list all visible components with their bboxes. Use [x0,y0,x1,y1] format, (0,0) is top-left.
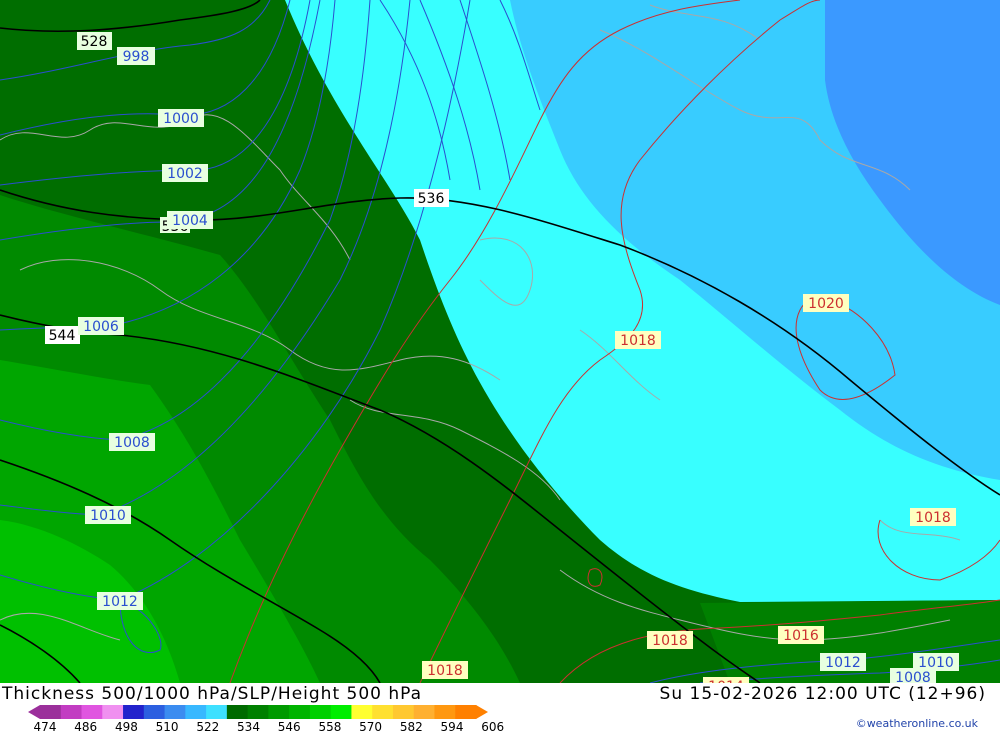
slp-label: 1008 [114,435,150,451]
legend-swatch [434,705,456,719]
legend-swatch [60,705,83,719]
legend-swatch [81,705,103,719]
legend-tick-label: 570 [359,720,383,734]
legend-swatch [206,705,228,719]
slp-label: 1018 [427,663,463,679]
legend-arrow-left [28,705,40,719]
legend-arrow-right [476,705,488,719]
legend-tick-label: 606 [481,720,505,734]
map-title: Thickness 500/1000 hPa/SLP/Height 500 hP… [2,684,423,704]
legend-swatch [40,705,62,719]
slp-label: 1012 [825,655,861,671]
legend-swatch [123,705,145,719]
legend-swatch [330,705,352,719]
legend-tick-label: 534 [237,720,260,734]
legend-swatch [392,705,415,719]
weather-map: 528 536 544 536 998 1000 1002 1004 1006 … [0,0,1000,683]
legend-tick-label: 594 [440,720,464,734]
color-legend: 474 486 498 510 522 534 546 558 570 582 594 606 [28,705,504,734]
slp-label: 1012 [102,594,138,610]
legend-swatch [226,705,249,719]
legend-tick-label: 582 [399,720,423,734]
legend-tick-label: 498 [114,720,138,734]
slp-label: 1018 [915,510,951,526]
slp-label: 1006 [83,319,119,335]
legend-swatch [455,705,477,719]
legend-swatch [102,705,124,719]
slp-label: 1020 [808,296,844,312]
height-label: 544 [49,328,76,344]
slp-label: 1000 [163,111,199,127]
legend-tick-label: 486 [74,720,98,734]
legend-tick-label: 474 [33,720,57,734]
height-label: 528 [81,34,108,50]
slp-label: 1002 [167,166,203,182]
legend-tick-label: 522 [196,720,220,734]
legend-bar [28,705,488,719]
slp-label: 1016 [783,628,819,644]
legend-swatch [164,705,186,719]
legend-swatch [372,705,394,719]
legend-swatch [289,705,311,719]
map-footer: Thickness 500/1000 hPa/SLP/Height 500 hP… [0,683,1000,734]
legend-tick-label: 546 [277,720,301,734]
legend-swatch [247,705,269,719]
slp-label: 1018 [652,633,688,649]
legend-swatch [185,705,207,719]
slp-label: 998 [123,49,150,65]
height-label: 536 [418,191,445,207]
legend-swatch [143,705,166,719]
legend-swatch [268,705,290,719]
legend-tick-label: 558 [318,720,342,734]
legend-swatch [351,705,373,719]
slp-label: 1010 [90,508,126,524]
slp-label: 1004 [172,213,208,229]
legend-swatch [413,705,435,719]
slp-label: 1018 [620,333,656,349]
credit-link[interactable]: ©weatheronline.co.uk [856,717,978,730]
legend-swatch [309,705,332,719]
forecast-datetime: Su 15-02-2026 12:00 UTC (12+96) [659,684,986,704]
slp-label: 1008 [895,670,931,683]
legend-tick-label: 510 [155,720,179,734]
